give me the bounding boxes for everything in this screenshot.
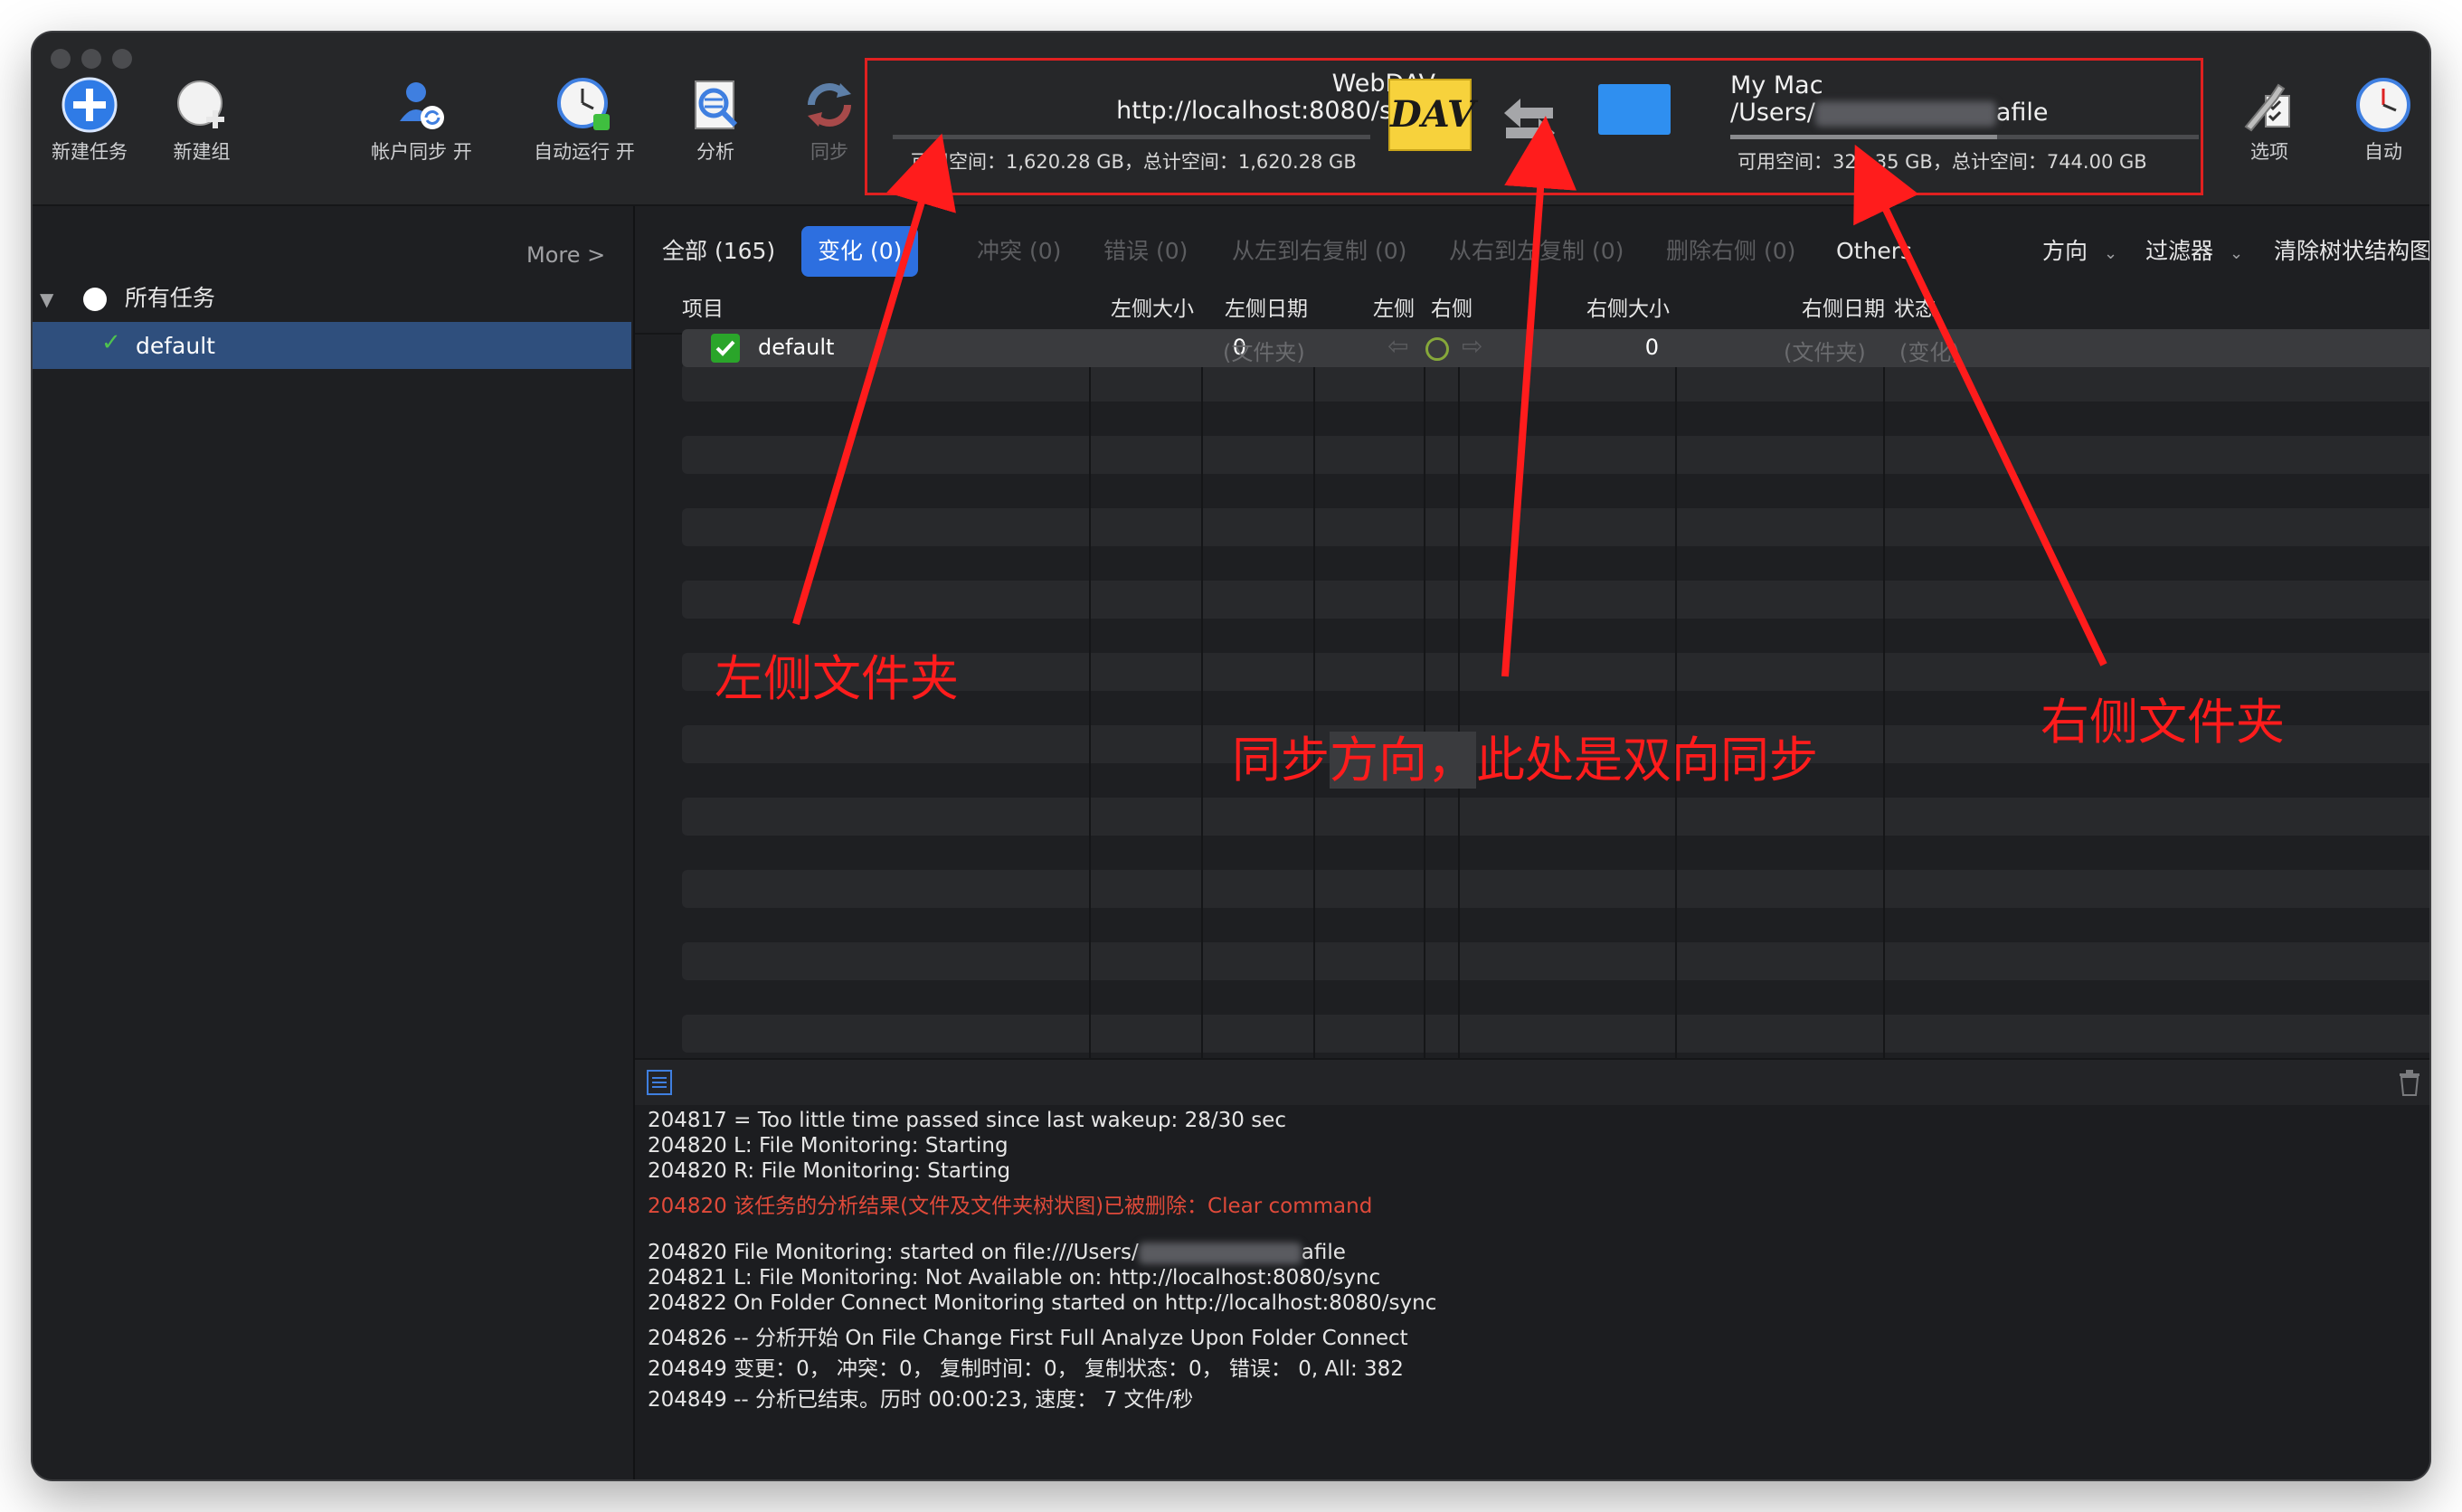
arrow-to-right-folder [1853,144,2107,666]
annotation-right-folder: 右侧文件夹 [2041,694,2285,751]
annotation-left-folder: 左侧文件夹 [715,650,959,707]
annotation-direction-b: 方向， [1330,732,1476,789]
annotation-arrows [792,116,2107,677]
annotation-direction-a: 同步 [1232,732,1330,789]
annotation-direction-c: 此处是双向同步 [1476,732,1818,789]
arrow-to-sync-direction [1501,116,1577,677]
arrow-to-left-folder [792,133,956,626]
annotation-sync-direction: 同步方向，此处是双向同步 [1232,720,1818,791]
